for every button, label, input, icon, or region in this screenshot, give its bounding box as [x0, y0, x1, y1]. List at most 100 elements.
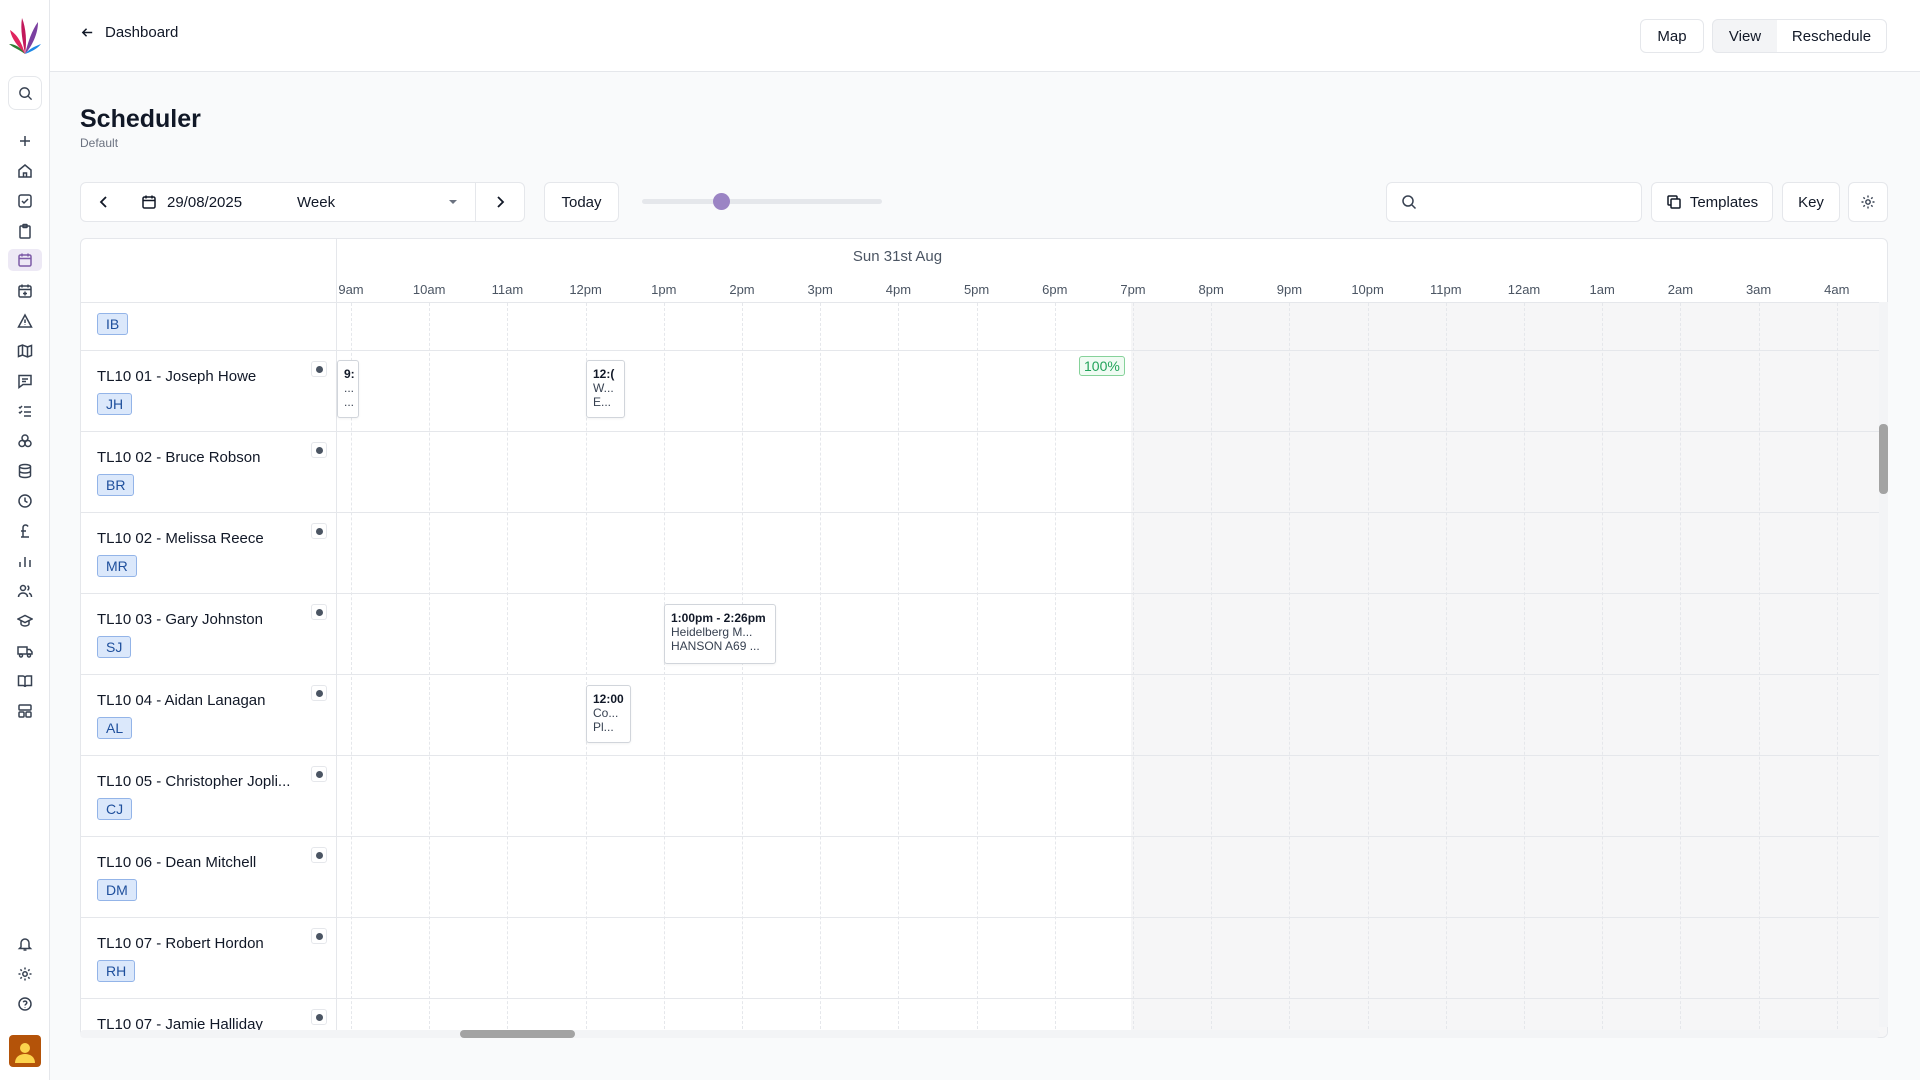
job-event[interactable]: 1:00pm - 2:26pm Heidelberg M... HANSON A…	[664, 604, 776, 664]
job-event[interactable]: 9: ... ...	[337, 360, 359, 418]
job-event[interactable]: 12:00 Co... Pl...	[586, 685, 631, 743]
resource-row: IB	[81, 303, 1887, 351]
reschedule-button[interactable]: Reschedule	[1777, 19, 1887, 53]
resource-label[interactable]: TL10 06 - Dean Mitchell DM	[81, 837, 337, 917]
resource-status-toggle[interactable]	[311, 928, 327, 944]
vertical-scrollbar-thumb[interactable]	[1879, 424, 1888, 494]
resource-name: TL10 07 - Robert Hordon	[97, 935, 264, 952]
truck-icon[interactable]	[13, 640, 37, 662]
hour-label: 2pm	[729, 282, 755, 297]
sidebar-search-icon[interactable]	[8, 76, 42, 110]
warning-icon[interactable]	[13, 310, 37, 332]
resource-status-toggle[interactable]	[311, 847, 327, 863]
resource-label[interactable]: TL10 01 - Joseph Howe JH	[81, 351, 337, 431]
day-label: Sun 31st Aug	[852, 248, 943, 265]
resource-label[interactable]: TL10 02 - Bruce Robson BR	[81, 432, 337, 512]
next-period-button[interactable]	[475, 182, 525, 222]
task-check-icon[interactable]	[13, 190, 37, 212]
help-icon[interactable]	[13, 993, 37, 1015]
key-button[interactable]: Key	[1782, 182, 1840, 222]
page-title: Scheduler	[80, 105, 201, 133]
clock-icon[interactable]	[13, 490, 37, 512]
top-bar: Dashboard Map View Reschedule	[50, 0, 1920, 72]
scheduler-settings-button[interactable]	[1848, 182, 1888, 222]
event-detail: E...	[593, 395, 612, 409]
clipboard-icon[interactable]	[13, 220, 37, 242]
users-icon[interactable]	[13, 580, 37, 602]
calendar-plus-icon[interactable]	[13, 280, 37, 302]
event-time: 12:(	[593, 367, 615, 381]
status-dot-icon	[315, 689, 323, 697]
zoom-slider[interactable]	[642, 193, 882, 210]
horizontal-scrollbar[interactable]	[80, 1030, 1880, 1038]
home-icon[interactable]	[13, 160, 37, 182]
initials-badge: MR	[97, 555, 137, 577]
resource-name: TL10 05 - Christopher Jopli...	[97, 773, 291, 790]
calendar-icon[interactable]	[8, 249, 42, 271]
book-icon[interactable]	[13, 670, 37, 692]
hour-label: 4am	[1824, 282, 1850, 297]
resource-label[interactable]: TL10 04 - Aidan Lanagan AL	[81, 675, 337, 755]
status-dot-icon	[315, 1013, 323, 1021]
resource-label[interactable]: TL10 02 - Melissa Reece MR	[81, 513, 337, 593]
event-time: 1:00pm - 2:26pm	[671, 611, 766, 625]
resource-name: TL10 04 - Aidan Lanagan	[97, 692, 266, 709]
event-title: Co...	[593, 706, 619, 720]
hour-label: 1pm	[651, 282, 677, 297]
back-link-label: Dashboard	[105, 24, 179, 41]
resource-status-toggle[interactable]	[311, 1009, 327, 1025]
resource-status-toggle[interactable]	[311, 523, 327, 539]
checklist-icon[interactable]	[13, 400, 37, 422]
pound-icon[interactable]	[13, 520, 37, 542]
today-button[interactable]: Today	[544, 182, 619, 222]
message-icon[interactable]	[13, 370, 37, 392]
resource-row: TL10 03 - Gary Johnston SJ	[81, 594, 1887, 675]
bell-icon[interactable]	[13, 933, 37, 955]
hour-label: 6pm	[1042, 282, 1068, 297]
search-input[interactable]	[1386, 182, 1642, 222]
view-button[interactable]: View	[1712, 19, 1778, 53]
map-button[interactable]: Map	[1640, 19, 1704, 53]
resource-label[interactable]: IB	[81, 303, 337, 350]
event-title: ...	[344, 381, 355, 395]
resource-label[interactable]: TL10 03 - Gary Johnston SJ	[81, 594, 337, 674]
resource-status-toggle[interactable]	[311, 442, 327, 458]
back-to-dashboard-link[interactable]: Dashboard	[80, 24, 178, 41]
status-dot-icon	[315, 365, 323, 373]
timeline-body: IB TL10 01 - Joseph Howe JH TL10 02 - Bruce…	[81, 303, 1887, 1037]
event-detail: Pl...	[593, 720, 614, 734]
vertical-scrollbar[interactable]	[1879, 302, 1888, 1027]
resource-status-toggle[interactable]	[311, 361, 327, 377]
resource-status-toggle[interactable]	[311, 766, 327, 782]
map-icon[interactable]	[13, 340, 37, 362]
user-avatar[interactable]	[9, 1035, 41, 1067]
resource-status-toggle[interactable]	[311, 685, 327, 701]
resource-status-toggle[interactable]	[311, 604, 327, 620]
app-logo[interactable]	[8, 16, 42, 56]
plus-icon[interactable]	[13, 130, 37, 152]
resource-row: TL10 06 - Dean Mitchell DM	[81, 837, 1887, 918]
view-mode-select[interactable]: Week	[284, 182, 476, 222]
settings-icon[interactable]	[13, 963, 37, 985]
hour-label: 1am	[1589, 282, 1615, 297]
resource-label[interactable]: TL10 05 - Christopher Jopli... CJ	[81, 756, 337, 836]
horizontal-scrollbar-thumb[interactable]	[460, 1030, 575, 1038]
resource-row: TL10 04 - Aidan Lanagan AL	[81, 675, 1887, 756]
previous-period-button[interactable]	[80, 182, 128, 222]
status-dot-icon	[315, 527, 323, 535]
templates-button[interactable]: Templates	[1651, 182, 1773, 222]
resource-label[interactable]: TL10 07 - Robert Hordon RH	[81, 918, 337, 998]
event-time: 9:	[344, 367, 355, 381]
caret-down-icon	[449, 200, 457, 204]
job-event[interactable]: 12:( W... E...	[586, 360, 625, 418]
database-icon[interactable]	[13, 460, 37, 482]
graduation-cap-icon[interactable]	[13, 610, 37, 632]
cog-cluster-icon[interactable]	[13, 430, 37, 452]
bar-chart-icon[interactable]	[13, 550, 37, 572]
initials-badge: RH	[97, 960, 136, 982]
templates-label: Templates	[1689, 193, 1759, 211]
zoom-slider-thumb[interactable]	[713, 193, 731, 210]
layout-icon[interactable]	[13, 700, 37, 722]
date-picker[interactable]: 29/08/2025	[127, 182, 285, 222]
scheduler-grid: Sun 31st Aug 9am 10am 11am 12pm 1pm 2pm 3pm 4pm…	[80, 238, 1888, 1038]
